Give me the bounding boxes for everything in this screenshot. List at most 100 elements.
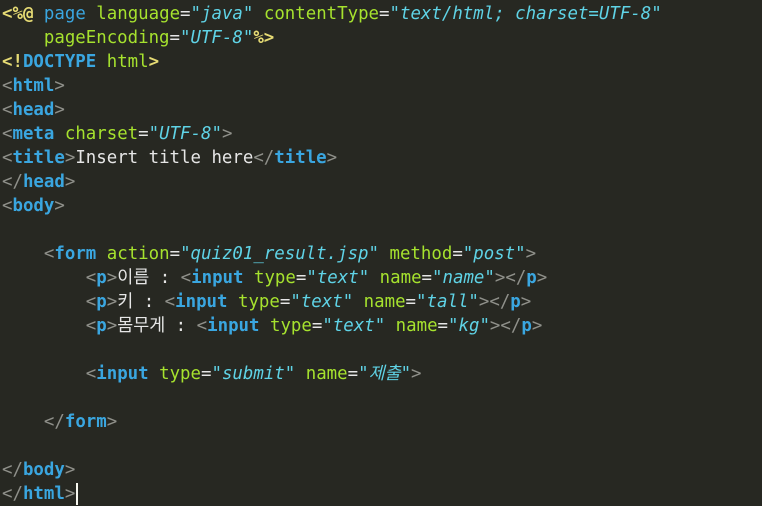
attr-value: "java" bbox=[190, 4, 254, 24]
equals: = bbox=[311, 316, 323, 336]
code-line-16: <input type="submit" name="제출"> bbox=[0, 362, 762, 386]
tag-name: form bbox=[64, 412, 107, 432]
equals: = bbox=[169, 244, 181, 264]
attr-value: "text" bbox=[290, 292, 354, 312]
equals: = bbox=[452, 244, 463, 264]
code-line-20: </body> bbox=[0, 458, 762, 482]
bracket: > bbox=[64, 172, 76, 192]
code-line-1: <%@ page language="java" contentType="te… bbox=[0, 2, 762, 26]
doctype-close: > bbox=[148, 52, 160, 72]
attr-name: contentType bbox=[263, 4, 380, 24]
bracket: > bbox=[411, 364, 422, 384]
tag-name: title bbox=[274, 148, 327, 168]
code-line-4: <html> bbox=[0, 74, 762, 98]
jsp-directive-open: <%@ bbox=[2, 4, 34, 24]
tag-name: p bbox=[510, 292, 521, 312]
attr-value: "quiz01_result.jsp" bbox=[180, 244, 379, 264]
code-line-6: <meta charset="UTF-8"> bbox=[0, 122, 762, 146]
code-line-12: <p>이름 : <input type="text" name="name"><… bbox=[0, 266, 762, 290]
bracket: > bbox=[494, 268, 506, 288]
bracket: </ bbox=[505, 268, 527, 288]
tag-name: input bbox=[207, 316, 260, 336]
code-editor[interactable]: <%@ page language="java" contentType="te… bbox=[0, 0, 762, 506]
bracket: < bbox=[180, 268, 192, 288]
bracket: </ bbox=[2, 484, 23, 504]
attr-name: type bbox=[159, 364, 201, 384]
code-line-9: <body> bbox=[0, 194, 762, 218]
attr-name: name bbox=[363, 292, 406, 312]
text-cursor bbox=[76, 483, 79, 505]
equals: = bbox=[200, 364, 212, 384]
attr-name: charset bbox=[64, 124, 139, 144]
attr-value: "post" bbox=[462, 244, 526, 264]
attr-name: type bbox=[269, 316, 312, 336]
bracket: > bbox=[489, 316, 501, 336]
bracket: </ bbox=[489, 292, 511, 312]
attr-value: "text/html; charset=UTF-8" bbox=[389, 4, 662, 24]
tag-name: input bbox=[175, 292, 228, 312]
bracket: > bbox=[54, 196, 65, 216]
bracket: > bbox=[326, 148, 338, 168]
code-line-5: <head> bbox=[0, 98, 762, 122]
tag-name: head bbox=[12, 100, 55, 120]
bracket: > bbox=[54, 100, 65, 120]
tag-name: p bbox=[526, 268, 537, 288]
bracket: </ bbox=[2, 172, 23, 192]
tag-name: p bbox=[96, 316, 107, 336]
text-content: 키 : bbox=[117, 292, 165, 312]
code-line-2: pageEncoding="UTF-8"%> bbox=[0, 26, 762, 50]
equals: = bbox=[347, 364, 359, 384]
text-content: 몸무게 : bbox=[117, 316, 197, 336]
bracket: < bbox=[2, 100, 13, 120]
code-line-7: <title>Insert title here</title> bbox=[0, 146, 762, 170]
attr-value: "text" bbox=[322, 316, 386, 336]
bracket: < bbox=[2, 124, 13, 144]
bracket: > bbox=[221, 124, 233, 144]
tag-name: title bbox=[12, 148, 65, 168]
bracket: </ bbox=[253, 148, 275, 168]
bracket: </ bbox=[2, 460, 23, 480]
bracket: > bbox=[106, 412, 118, 432]
bracket: > bbox=[106, 292, 118, 312]
doctype-keyword: DOCTYPE bbox=[22, 52, 97, 72]
text-content: Insert title here bbox=[75, 148, 254, 168]
equals: = bbox=[295, 268, 307, 288]
bracket: < bbox=[2, 76, 13, 96]
tag-name: html bbox=[12, 76, 55, 96]
doctype-value: html bbox=[106, 52, 149, 72]
attr-value: "kg" bbox=[448, 316, 490, 336]
code-line-21: </html> bbox=[0, 482, 762, 506]
text-content: 이름 : bbox=[117, 268, 181, 288]
bracket: < bbox=[2, 196, 13, 216]
bracket: < bbox=[85, 268, 97, 288]
code-line-18: </form> bbox=[0, 410, 762, 434]
bracket: </ bbox=[500, 316, 522, 336]
bracket: > bbox=[531, 316, 543, 336]
bracket: < bbox=[2, 148, 13, 168]
bracket: < bbox=[196, 316, 208, 336]
bracket: < bbox=[85, 316, 97, 336]
attr-value: "UTF-8" bbox=[180, 28, 254, 48]
attr-name: action bbox=[106, 244, 170, 264]
equals: = bbox=[180, 4, 191, 24]
directive-name: page bbox=[43, 4, 86, 24]
attr-name: type bbox=[237, 292, 280, 312]
bracket: > bbox=[520, 292, 532, 312]
attr-value: "name" bbox=[432, 268, 495, 288]
bracket: < bbox=[43, 244, 55, 264]
equals: = bbox=[138, 124, 149, 144]
